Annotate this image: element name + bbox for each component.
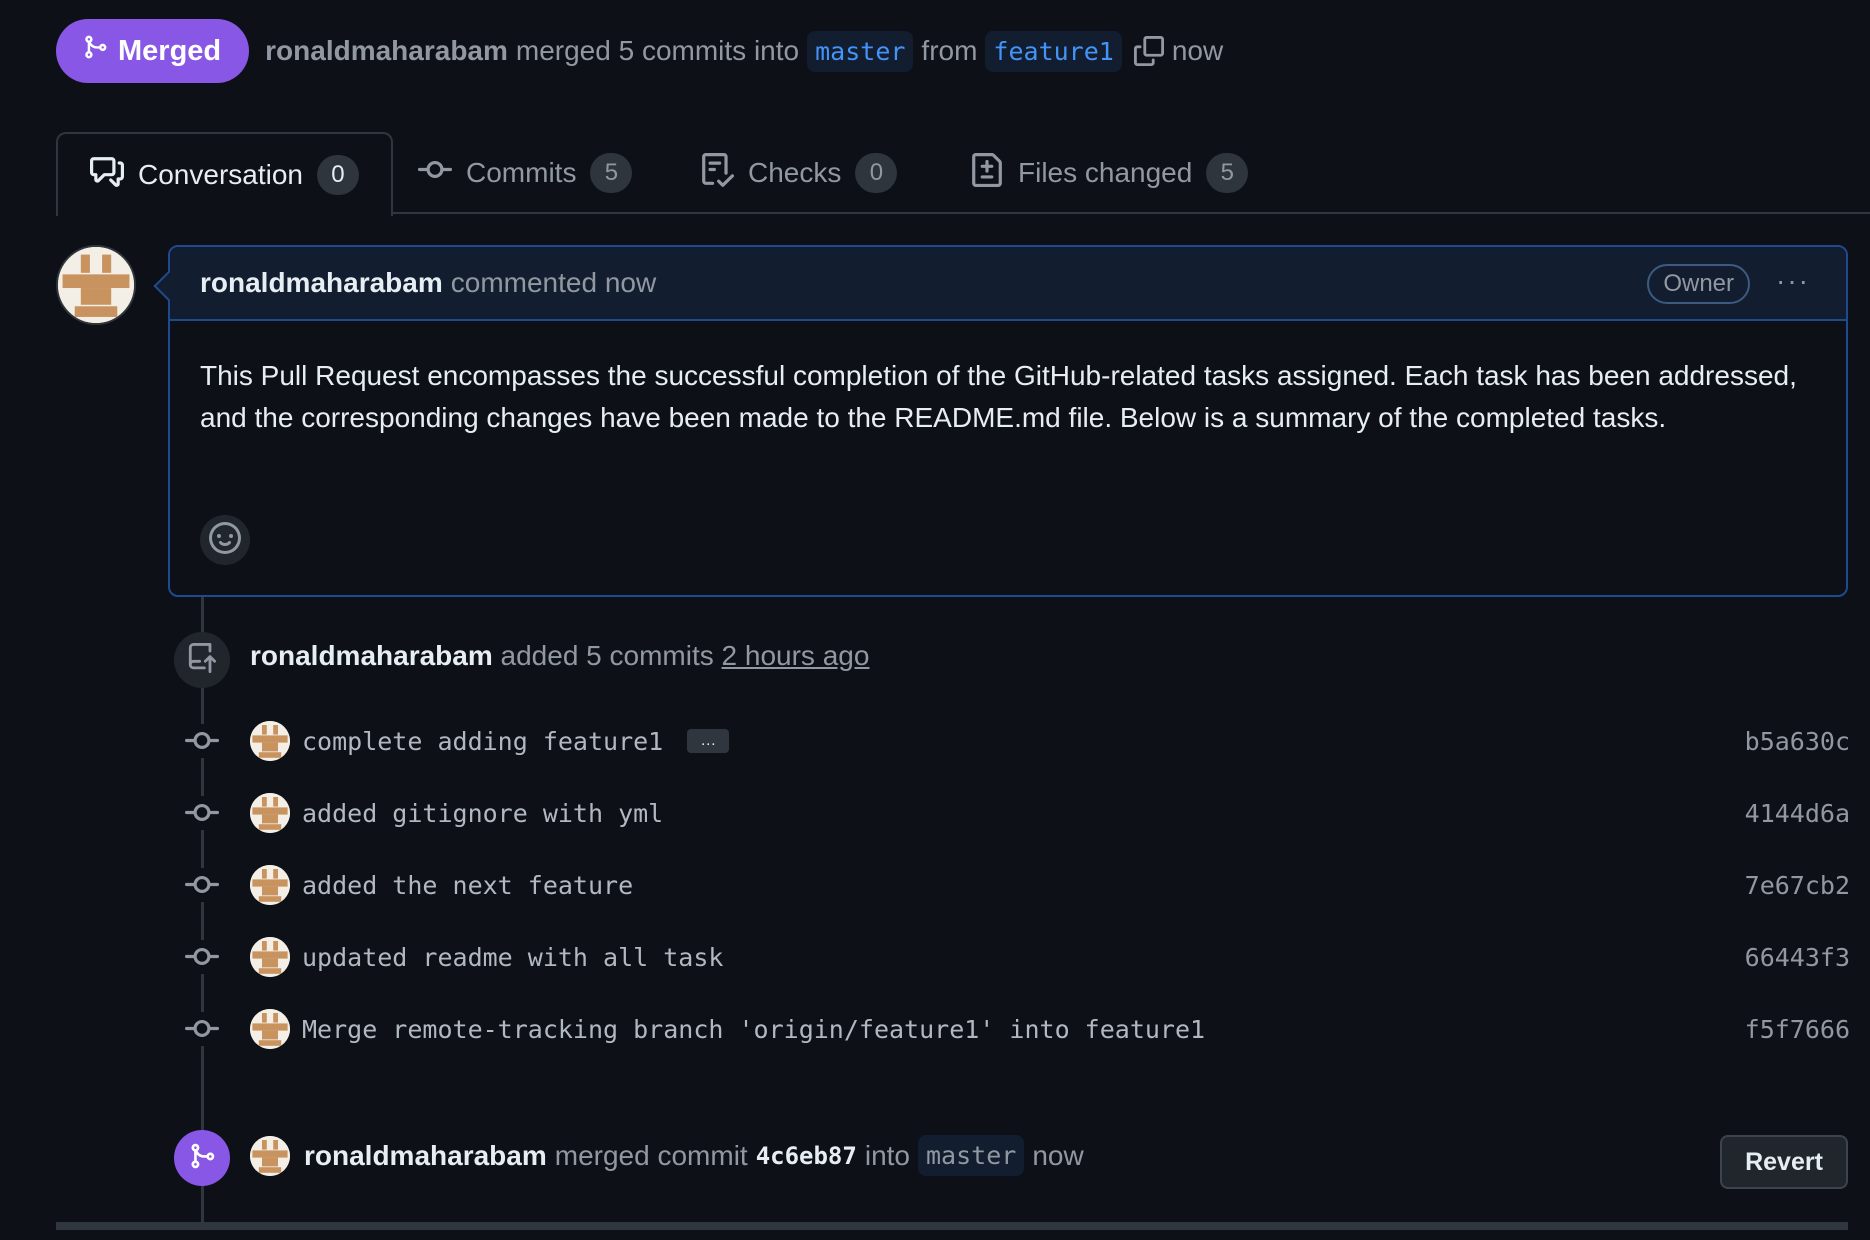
commit-sha-link[interactable]: f5f7666 xyxy=(1745,1015,1850,1044)
merged-state-label: Merged xyxy=(118,34,222,67)
commit-message-link[interactable]: Merge remote-tracking branch 'origin/fea… xyxy=(302,1015,1205,1044)
commit-message-link[interactable]: added the next feature xyxy=(302,871,633,900)
tab-files-changed-count: 5 xyxy=(1206,153,1249,193)
header-action-text: merged 5 commits into xyxy=(515,35,800,66)
comment-meta: commented now xyxy=(450,267,657,298)
commit-author-avatar[interactable] xyxy=(250,793,290,833)
tab-commits-label: Commits xyxy=(466,157,577,188)
git-merge-icon xyxy=(82,34,108,68)
merge-author-link[interactable]: ronaldmaharabam xyxy=(304,1140,547,1172)
header-author-link[interactable]: ronaldmaharabam xyxy=(265,35,508,67)
merge-commit-sha-link[interactable]: 4c6eb87 xyxy=(756,1142,857,1170)
commit-row: added the next feature 7e67cb2 xyxy=(180,861,1850,909)
expand-commit-message-button[interactable]: … xyxy=(687,729,730,753)
tab-checks[interactable]: Checks 0 xyxy=(668,132,929,214)
copy-icon[interactable] xyxy=(1133,36,1164,66)
merged-event-badge xyxy=(174,1130,230,1186)
commit-author-avatar[interactable] xyxy=(250,865,290,905)
file-diff-icon xyxy=(970,152,1004,194)
repo-push-icon xyxy=(187,642,217,678)
commit-row: complete adding feature1 … b5a630c xyxy=(180,717,1850,765)
add-reaction-button[interactable] xyxy=(200,515,250,565)
commit-sha-link[interactable]: 7e67cb2 xyxy=(1745,871,1850,900)
added-commits-event: ronaldmaharabam added 5 commits 2 hours … xyxy=(250,640,869,672)
tab-checks-label: Checks xyxy=(748,157,842,188)
comment-discussion-icon xyxy=(90,155,124,196)
commit-author-avatar[interactable] xyxy=(250,721,290,761)
added-commits-time-link[interactable]: 2 hours ago xyxy=(722,640,870,671)
merged-commit-event: ronaldmaharabam merged commit 4c6eb87 in… xyxy=(250,1135,1084,1176)
repo-push-event-badge xyxy=(174,632,230,688)
commit-sha-link[interactable]: 66443f3 xyxy=(1745,943,1850,972)
commit-message-link[interactable]: added gitignore with yml xyxy=(302,799,663,828)
comment-body: This Pull Request encompasses the succes… xyxy=(200,360,1797,433)
pr-header: Merged ronaldmaharabam merged 5 commits … xyxy=(56,18,1223,84)
commit-author-avatar[interactable] xyxy=(250,1009,290,1049)
revert-button[interactable]: Revert xyxy=(1720,1135,1848,1189)
comment-author-avatar[interactable] xyxy=(56,245,136,325)
commit-message-link[interactable]: updated readme with all task xyxy=(302,943,723,972)
tab-commits-count: 5 xyxy=(590,153,633,193)
smiley-icon xyxy=(209,521,241,559)
comment-header: ronaldmaharabam commented now Owner ··· xyxy=(170,247,1846,321)
timeline-line xyxy=(201,597,204,1222)
commit-row: Merge remote-tracking branch 'origin/fea… xyxy=(180,1005,1850,1053)
merge-action-text: merged commit xyxy=(554,1139,748,1171)
git-commit-icon xyxy=(180,1012,224,1046)
tab-commits[interactable]: Commits 5 xyxy=(386,132,664,214)
checklist-icon xyxy=(700,152,735,194)
added-commits-author-link[interactable]: ronaldmaharabam xyxy=(250,640,493,671)
kebab-menu-icon[interactable]: ··· xyxy=(1776,265,1810,297)
commit-message-link[interactable]: complete adding feature1 xyxy=(302,727,663,756)
header-from-text: from xyxy=(921,35,978,66)
base-branch-link[interactable]: master xyxy=(807,30,914,72)
tab-conversation-label: Conversation xyxy=(138,159,303,190)
timeline-divider xyxy=(56,1222,1848,1230)
git-commit-icon xyxy=(180,724,224,758)
git-commit-icon xyxy=(418,153,452,194)
git-commit-icon xyxy=(180,868,224,902)
tab-files-changed-label: Files changed xyxy=(1018,157,1193,188)
merge-author-avatar[interactable] xyxy=(250,1135,290,1176)
tab-files-changed[interactable]: Files changed 5 xyxy=(938,132,1280,214)
commit-row: updated readme with all task 66443f3 xyxy=(180,933,1850,981)
tab-conversation[interactable]: Conversation 0 xyxy=(56,132,393,216)
added-commits-action: added 5 commits xyxy=(500,640,714,671)
git-commit-icon xyxy=(180,796,224,830)
header-time: now xyxy=(1171,35,1224,66)
git-merge-icon xyxy=(188,1142,216,1175)
tab-checks-count: 0 xyxy=(855,153,898,193)
merge-time: now xyxy=(1032,1139,1084,1171)
comment-author-link[interactable]: ronaldmaharabam xyxy=(200,267,443,299)
owner-badge: Owner xyxy=(1647,264,1750,304)
merge-target-branch[interactable]: master xyxy=(918,1135,1025,1176)
tab-conversation-count: 0 xyxy=(316,155,359,195)
commit-row: added gitignore with yml 4144d6a xyxy=(180,789,1850,837)
commit-sha-link[interactable]: 4144d6a xyxy=(1745,799,1850,828)
commit-sha-link[interactable]: b5a630c xyxy=(1745,727,1850,756)
pr-description-comment: ronaldmaharabam commented now Owner ··· … xyxy=(168,245,1848,597)
pr-tabs: Conversation 0 Commits 5 Checks 0 Files … xyxy=(56,132,1870,216)
merge-into-text: into xyxy=(864,1139,910,1171)
merged-state-badge: Merged xyxy=(56,19,250,83)
head-branch-link[interactable]: feature1 xyxy=(985,30,1122,72)
git-commit-icon xyxy=(180,940,224,974)
commit-author-avatar[interactable] xyxy=(250,937,290,977)
